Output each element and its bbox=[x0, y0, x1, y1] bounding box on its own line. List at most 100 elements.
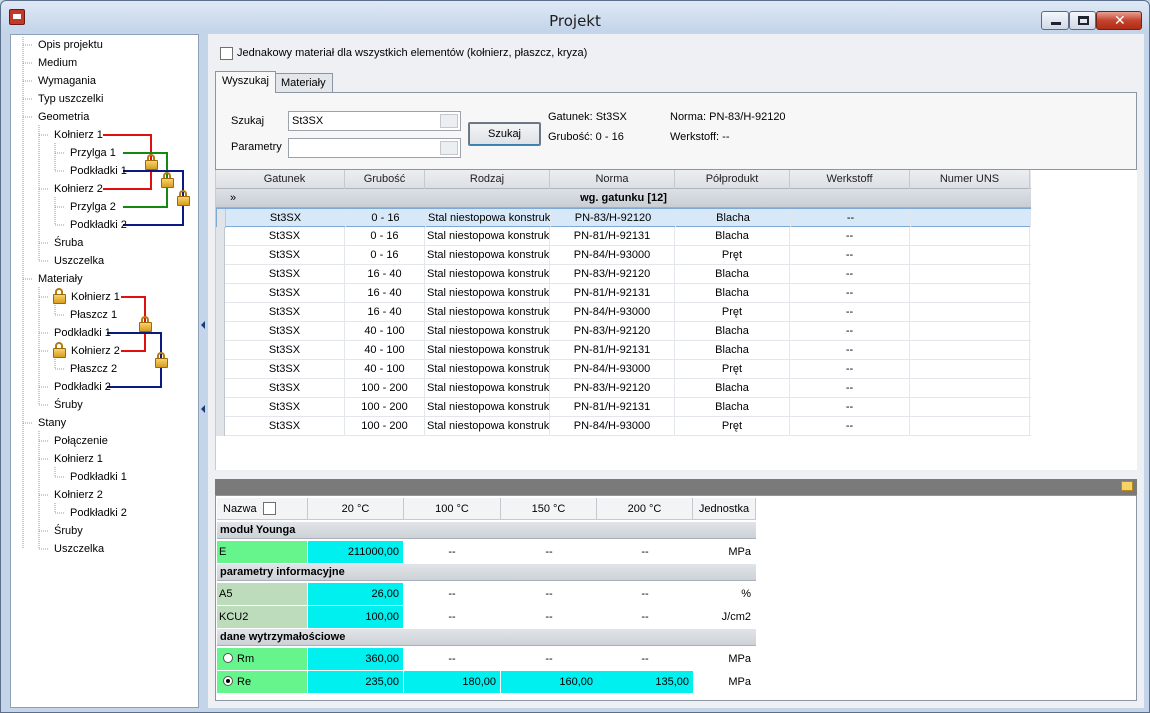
tree-item-paszcz-2[interactable]: Płaszcz 2 bbox=[68, 361, 119, 377]
properties-grid[interactable]: Nazwa 20 °C 100 °C 150 °C 200 °C Jednostka mod… bbox=[215, 495, 1137, 701]
property-name[interactable]: Re bbox=[217, 671, 307, 693]
tree-item-wymagania[interactable]: Wymagania bbox=[36, 73, 98, 89]
table-row[interactable]: St3SX40 - 100Stal niestopowa konstrukcyj… bbox=[216, 322, 1031, 341]
tree-item-konierz-1[interactable]: Kołnierz 1 bbox=[52, 127, 105, 143]
column-header-grubosc[interactable]: Grubość bbox=[345, 170, 425, 189]
tree-item-stany[interactable]: Stany bbox=[36, 415, 68, 431]
results-grid[interactable]: Gatunek Grubość Rodzaj Norma Półprodukt Werks… bbox=[215, 170, 1137, 470]
property-header-150-c[interactable]: 150 °C bbox=[501, 498, 597, 520]
property-section[interactable]: moduł Younga bbox=[217, 522, 756, 539]
tree-item-konierz-1[interactable]: Kołnierz 1 bbox=[52, 451, 105, 467]
tree-item-przylga-2[interactable]: Przylga 2 bbox=[68, 199, 118, 215]
tab-materialy[interactable]: Materiały bbox=[274, 73, 333, 93]
search-input[interactable]: St3SX bbox=[288, 111, 461, 131]
lock-icon[interactable] bbox=[139, 316, 152, 332]
tree-item-przylga-1[interactable]: Przylga 1 bbox=[68, 145, 118, 161]
tree-item-podkadki-1[interactable]: Podkładki 1 bbox=[52, 325, 113, 341]
lock-icon[interactable] bbox=[177, 190, 190, 206]
tree-item-geometria[interactable]: Geometria bbox=[36, 109, 91, 125]
tree-item-typ-uszczelki[interactable]: Typ uszczelki bbox=[36, 91, 105, 107]
property-header-100-c[interactable]: 100 °C bbox=[404, 498, 501, 520]
tree-item-paszcz-1[interactable]: Płaszcz 1 bbox=[68, 307, 119, 323]
row-header[interactable] bbox=[216, 227, 225, 246]
property-header-200-c[interactable]: 200 °C bbox=[597, 498, 693, 520]
table-row[interactable]: St3SX16 - 40Stal niestopowa konstrukcyjn… bbox=[216, 265, 1031, 284]
search-dropdown-icon[interactable] bbox=[440, 114, 458, 128]
property-header-nazwa[interactable]: Nazwa bbox=[217, 498, 308, 520]
table-row[interactable]: St3SX0 - 16Stal niestopowa konstrukcyjna… bbox=[216, 208, 1031, 228]
lock-icon[interactable] bbox=[145, 154, 158, 170]
maximize-button[interactable] bbox=[1069, 11, 1096, 30]
tree-item-medium[interactable]: Medium bbox=[36, 55, 79, 71]
tree-item-sruby[interactable]: Śruby bbox=[52, 523, 85, 539]
tree-item-poaczenie[interactable]: Połączenie bbox=[52, 433, 110, 449]
tree-item-sruba[interactable]: Śruba bbox=[52, 235, 85, 251]
minimize-button[interactable] bbox=[1041, 11, 1069, 30]
row-header[interactable] bbox=[216, 284, 225, 303]
tree-item-uszczelka[interactable]: Uszczelka bbox=[52, 541, 106, 557]
title-bar[interactable]: Projekt ✕ bbox=[1, 1, 1149, 33]
table-row[interactable]: St3SX100 - 200Stal niestopowa konstrukcy… bbox=[216, 417, 1031, 436]
row-header[interactable] bbox=[216, 417, 225, 436]
row-header[interactable] bbox=[217, 209, 226, 228]
tree-item-podkadki-2[interactable]: Podkładki 2 bbox=[68, 505, 129, 521]
table-row[interactable]: St3SX16 - 40Stal niestopowa konstrukcyjn… bbox=[216, 284, 1031, 303]
table-row[interactable]: St3SX40 - 100Stal niestopowa konstrukcyj… bbox=[216, 360, 1031, 379]
column-header-poprodukt[interactable]: Półprodukt bbox=[675, 170, 790, 189]
tree-item-podkadki-1[interactable]: Podkładki 1 bbox=[68, 469, 129, 485]
property-header-20-c[interactable]: 20 °C bbox=[308, 498, 404, 520]
name-filter-checkbox[interactable] bbox=[263, 502, 276, 515]
row-header[interactable] bbox=[216, 265, 225, 284]
tree-item-konierz-2[interactable]: Kołnierz 2 bbox=[69, 343, 122, 359]
row-header[interactable] bbox=[216, 246, 225, 265]
tree-item-uszczelka[interactable]: Uszczelka bbox=[52, 253, 106, 269]
property-radio[interactable] bbox=[223, 653, 233, 663]
collapse-arrow-icon[interactable] bbox=[201, 321, 205, 329]
table-row[interactable]: St3SX100 - 200Stal niestopowa konstrukcy… bbox=[216, 379, 1031, 398]
lock-icon[interactable] bbox=[53, 342, 66, 358]
row-header[interactable] bbox=[216, 360, 225, 379]
table-row[interactable]: St3SX100 - 200Stal niestopowa konstrukcy… bbox=[216, 398, 1031, 417]
tree-item-konierz-2[interactable]: Kołnierz 2 bbox=[52, 181, 105, 197]
lock-icon[interactable] bbox=[53, 288, 66, 304]
parameters-dropdown-icon[interactable] bbox=[440, 141, 458, 155]
tree-item-konierz-2[interactable]: Kołnierz 2 bbox=[52, 487, 105, 503]
parameters-input[interactable] bbox=[288, 138, 461, 158]
folder-icon[interactable] bbox=[1121, 481, 1133, 491]
project-tree[interactable]: Opis projektu Medium Wymagania Typ uszczelk… bbox=[10, 34, 199, 708]
lock-icon[interactable] bbox=[161, 172, 174, 188]
tree-item-konierz-1[interactable]: Kołnierz 1 bbox=[69, 289, 122, 305]
expand-icon[interactable]: » bbox=[230, 189, 236, 207]
row-header[interactable] bbox=[216, 379, 225, 398]
column-header-werkstoff[interactable]: Werkstoff bbox=[790, 170, 910, 189]
property-section[interactable]: parametry informacyjne bbox=[217, 564, 756, 581]
column-header-rodzaj[interactable]: Rodzaj bbox=[425, 170, 550, 189]
property-section[interactable]: dane wytrzymałościowe bbox=[217, 629, 756, 646]
column-header-norma[interactable]: Norma bbox=[550, 170, 675, 189]
table-row[interactable]: St3SX0 - 16Stal niestopowa konstrukcyjna… bbox=[216, 227, 1031, 246]
table-row[interactable]: St3SX40 - 100Stal niestopowa konstrukcyj… bbox=[216, 341, 1031, 360]
tree-item-opis-projektu[interactable]: Opis projektu bbox=[36, 37, 105, 53]
tree-item-podkadki-2[interactable]: Podkładki 2 bbox=[68, 217, 129, 233]
close-button[interactable]: ✕ bbox=[1096, 11, 1142, 30]
collapse-arrow-icon[interactable] bbox=[201, 405, 205, 413]
column-header-gatunek[interactable]: Gatunek bbox=[225, 170, 345, 189]
tab-wyszukaj[interactable]: Wyszukaj bbox=[215, 71, 276, 93]
table-row[interactable]: St3SX16 - 40Stal niestopowa konstrukcyjn… bbox=[216, 303, 1031, 322]
tree-item-podkadki-2[interactable]: Podkładki 2 bbox=[52, 379, 113, 395]
same-material-checkbox[interactable] bbox=[220, 47, 233, 60]
lock-icon[interactable] bbox=[155, 352, 168, 368]
row-header[interactable] bbox=[216, 303, 225, 322]
row-header[interactable] bbox=[216, 322, 225, 341]
column-header-numer-uns[interactable]: Numer UNS bbox=[910, 170, 1030, 189]
group-row[interactable]: » wg. gatunku [12] bbox=[216, 189, 1031, 208]
tree-item-podkadki-1[interactable]: Podkładki 1 bbox=[68, 163, 129, 179]
search-button[interactable]: Szukaj bbox=[468, 122, 541, 146]
property-name[interactable]: Rm bbox=[217, 648, 307, 670]
row-header[interactable] bbox=[216, 398, 225, 417]
tree-item-materiay[interactable]: Materiały bbox=[36, 271, 85, 287]
property-header-jednostka[interactable]: Jednostka bbox=[693, 498, 756, 520]
property-radio[interactable] bbox=[223, 676, 233, 686]
table-row[interactable]: St3SX0 - 16Stal niestopowa konstrukcyjna… bbox=[216, 246, 1031, 265]
panel-splitter[interactable] bbox=[200, 34, 208, 708]
